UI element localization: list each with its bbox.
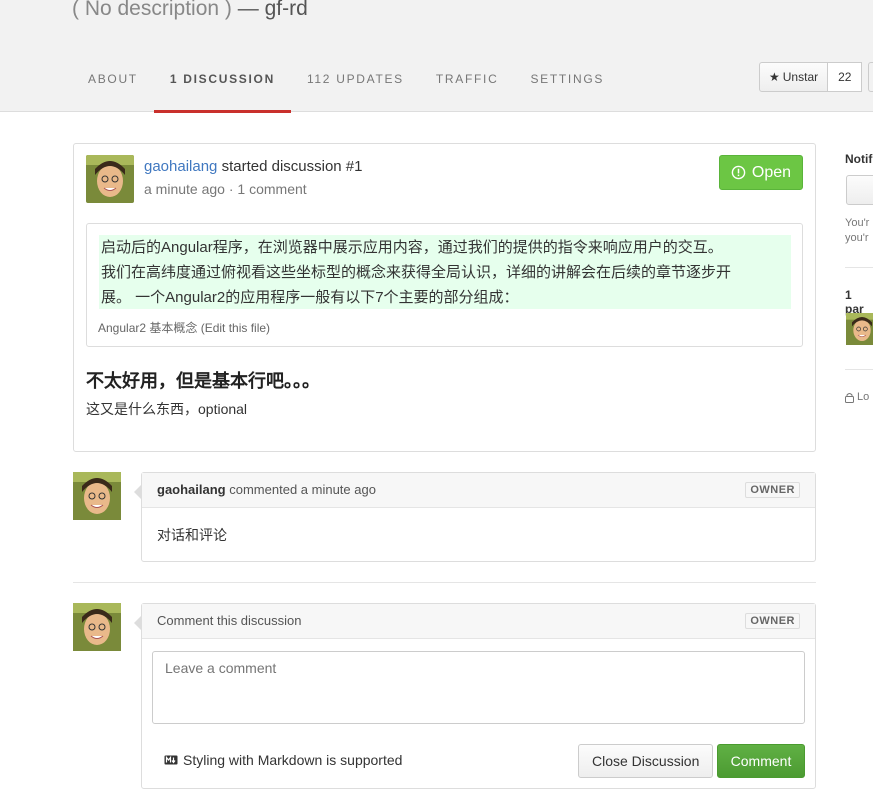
- avatar-image: [73, 603, 121, 651]
- title-dash: —: [237, 0, 259, 20]
- comment: gaohailang commented a minute ago OWNER …: [134, 472, 816, 562]
- avatar[interactable]: [86, 155, 134, 203]
- unstar-label: Unstar: [782, 70, 819, 84]
- markdown-note[interactable]: Styling with Markdown is supported: [164, 752, 402, 768]
- tab-about[interactable]: ABOUT: [72, 62, 154, 112]
- repo-header: ( No description ) — gf-rd ABOUT 1 DISCU…: [0, 0, 873, 113]
- participants-heading: 1 par: [845, 288, 864, 316]
- discussion-body: 这又是什么东西，optional: [86, 401, 248, 417]
- discussion-starter: gaohailang started discussion #1: [144, 158, 363, 175]
- snippet-text: 启动后的Angular程序，在浏览器中展示应用内容，通过我们的提供的指令来响应用…: [99, 235, 791, 309]
- discussion-meta: a minute ago · 1 comment: [144, 181, 307, 197]
- divider: [73, 582, 816, 583]
- notifications-line: you'r: [845, 232, 869, 244]
- avatar-image: [86, 155, 134, 203]
- comment-count: 1 comment: [237, 181, 307, 197]
- comment-form-heading: Comment this discussion: [157, 613, 302, 628]
- starter-action: started discussion #1: [221, 158, 363, 175]
- tab-traffic[interactable]: TRAFFIC: [420, 62, 515, 112]
- status-badge: Open: [719, 155, 803, 190]
- sidebar-divider: [845, 267, 873, 268]
- markdown-label: Styling with Markdown is supported: [183, 752, 403, 768]
- quoted-snippet: 启动后的Angular程序，在浏览器中展示应用内容，通过我们的提供的指令来响应用…: [86, 223, 803, 347]
- comment-header: gaohailang commented a minute ago OWNER: [142, 473, 815, 508]
- snippet-line: 展。 一个Angular2的应用程序一般有以下7个主要的部分组成：: [101, 289, 519, 306]
- status-label: Open: [751, 163, 792, 181]
- discussion-card: gaohailang started discussion #1 a minut…: [73, 143, 816, 452]
- lock-icon: [845, 392, 854, 403]
- fork-button[interactable]: [868, 62, 873, 92]
- notifications-text: You'r you'r: [845, 216, 869, 246]
- avatar[interactable]: [73, 603, 121, 651]
- owner-badge: OWNER: [745, 613, 800, 629]
- snippet-file-link[interactable]: Angular2 基本概念 (Edit this file): [98, 319, 270, 336]
- discussion-time: a minute ago: [144, 181, 225, 197]
- avatar-image: [73, 472, 121, 520]
- repo-tabs: ABOUT 1 DISCUSSION 112 UPDATES TRAFFIC S…: [72, 62, 620, 113]
- repo-description: ( No description ): [72, 0, 232, 20]
- avatar-image: [846, 313, 873, 345]
- comment-form-header: Comment this discussion OWNER: [142, 604, 815, 639]
- notifications-heading: Notif: [845, 152, 873, 166]
- comment-author[interactable]: gaohailang: [157, 482, 226, 497]
- meta-separator: ·: [228, 181, 234, 197]
- tab-settings[interactable]: SETTINGS: [514, 62, 620, 112]
- unstar-button[interactable]: ★ Unstar: [759, 62, 829, 92]
- comment-button[interactable]: Comment: [717, 744, 805, 778]
- new-comment-form: Comment this discussion OWNER Styling wi…: [134, 603, 816, 789]
- subscribe-button[interactable]: [846, 175, 873, 205]
- comment-action: commented a minute ago: [229, 482, 376, 497]
- markdown-icon: [164, 755, 178, 765]
- lock-label: Lo: [857, 391, 870, 403]
- snippet-line: 启动后的Angular程序，在浏览器中展示应用内容，通过我们的提供的指令来响应用…: [101, 239, 723, 256]
- avatar[interactable]: [73, 472, 121, 520]
- comment-input[interactable]: [152, 651, 805, 724]
- author-link[interactable]: gaohailang: [144, 158, 217, 175]
- sidebar-divider: [845, 369, 873, 370]
- snippet-line: 我们在高纬度通过俯视看这些坐标型的概念来获得全局认识，详细的讲解会在后续的章节逐…: [101, 264, 732, 281]
- repo-title: ( No description ) — gf-rd: [72, 0, 308, 21]
- tab-updates[interactable]: 112 UPDATES: [291, 62, 420, 112]
- lock-conversation-link[interactable]: Lo: [845, 391, 869, 403]
- tab-discussions[interactable]: 1 DISCUSSION: [153, 62, 292, 113]
- star-count[interactable]: 22: [828, 62, 863, 92]
- close-discussion-button[interactable]: Close Discussion: [578, 744, 714, 778]
- star-group: ★ Unstar 22: [759, 62, 873, 92]
- discussion-title: 不太好用，但是基本行吧。。。: [86, 371, 320, 391]
- alert-icon: [731, 165, 746, 180]
- comment-body: 对话和评论: [157, 527, 227, 543]
- participant-avatar[interactable]: [846, 313, 873, 345]
- star-icon: ★: [769, 70, 780, 84]
- owner-badge: OWNER: [745, 482, 800, 498]
- repo-name[interactable]: gf-rd: [265, 0, 308, 20]
- notifications-line: You'r: [845, 217, 870, 229]
